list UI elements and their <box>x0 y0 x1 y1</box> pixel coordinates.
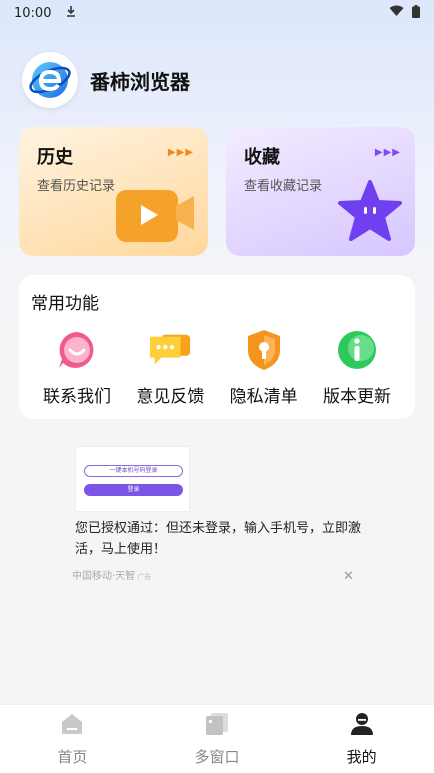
ad-image-pill: 一键本机号码登录 <box>84 465 183 477</box>
feature-contact-us[interactable]: 联系我们 <box>31 328 123 407</box>
status-bar: 10:00 <box>0 0 434 26</box>
feature-label: 意见反馈 <box>136 387 205 407</box>
windows-icon <box>205 712 229 740</box>
wifi-icon <box>389 5 404 21</box>
ad-image-button: 登录 <box>84 484 183 496</box>
arrows-icon: ▶▶▶ <box>167 147 194 158</box>
ad-source-name: 中国移动·天智 <box>72 571 136 582</box>
features-title: 常用功能 <box>31 294 99 314</box>
feature-label: 隐私清单 <box>229 387 298 407</box>
favorites-card[interactable]: 收藏 查看收藏记录 ▶▶▶ <box>226 127 415 256</box>
ad-text[interactable]: 您已授权通过：但还未登录，输入手机号，立即激活，马上使用！ <box>75 518 365 560</box>
star-icon <box>337 180 403 246</box>
tab-label: 我的 <box>346 747 377 766</box>
tab-mine[interactable]: 我的 <box>307 712 417 767</box>
privacy-shield-icon <box>242 328 286 372</box>
ad-image[interactable]: 一键本机号码登录 登录 <box>75 446 190 512</box>
bottom-tab-bar: 首页 多窗口 我的 <box>0 704 434 773</box>
chat-face-icon <box>55 328 99 372</box>
home-icon <box>60 712 84 740</box>
close-icon[interactable]: ✕ <box>343 569 354 584</box>
tab-label: 多窗口 <box>194 747 240 766</box>
feedback-icon <box>148 328 192 372</box>
tab-home[interactable]: 首页 <box>17 712 127 767</box>
ad-tag: 广告 <box>137 573 152 581</box>
tab-multi-window[interactable]: 多窗口 <box>162 712 272 767</box>
arrows-icon: ▶▶▶ <box>374 147 401 158</box>
tab-label: 首页 <box>57 747 88 766</box>
app-name: 番柿浏览器 <box>90 69 190 94</box>
feature-label: 版本更新 <box>322 387 391 407</box>
info-icon <box>335 328 379 372</box>
video-play-icon <box>116 184 196 246</box>
feature-version-update[interactable]: 版本更新 <box>311 328 403 407</box>
ad-source: 中国移动·天智 广告 <box>72 567 151 582</box>
app-logo-icon <box>22 52 78 108</box>
feature-label: 联系我们 <box>43 387 111 407</box>
feature-feedback[interactable]: 意见反馈 <box>124 328 216 407</box>
profile-header: 番柿浏览器 <box>22 52 190 108</box>
feature-privacy-list[interactable]: 隐私清单 <box>218 328 310 407</box>
status-time: 10:00 <box>14 5 52 21</box>
download-icon <box>65 5 77 21</box>
battery-icon <box>412 4 420 22</box>
history-card[interactable]: 历史 查看历史记录 ▶▶▶ <box>19 127 208 256</box>
common-features-panel: 常用功能 联系我们 意见反馈 隐私清单 版本更新 <box>19 275 415 419</box>
user-icon <box>350 712 374 740</box>
